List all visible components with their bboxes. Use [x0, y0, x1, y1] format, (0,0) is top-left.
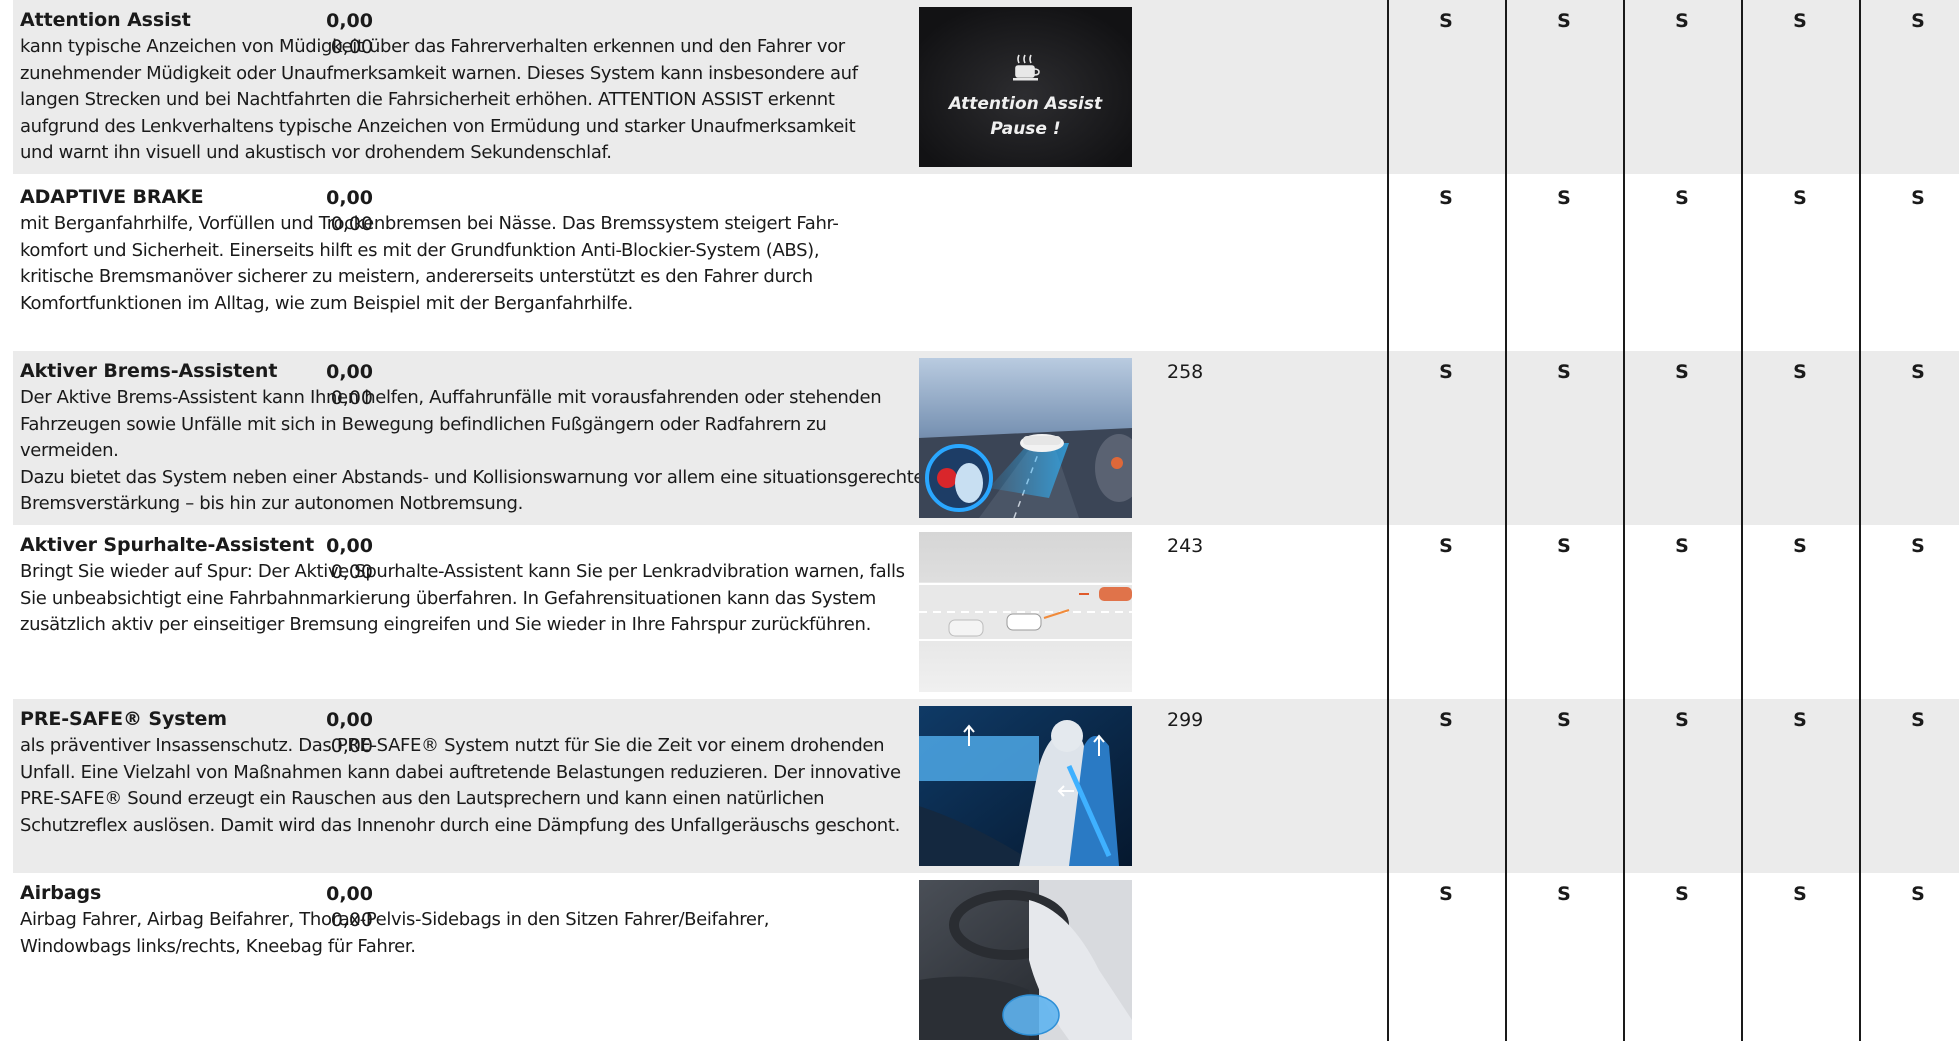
feature-title: Attention Assist — [20, 9, 191, 31]
feature-title: Aktiver Spurhalte-Assistent — [20, 534, 315, 556]
standard-marker: S — [1793, 10, 1807, 32]
standard-marker: S — [1793, 709, 1807, 731]
standard-marker: S — [1557, 535, 1571, 557]
standard-marker: S — [1911, 709, 1925, 731]
standard-marker: S — [1439, 361, 1453, 383]
standard-marker: S — [1793, 535, 1807, 557]
standard-marker: S — [1675, 709, 1689, 731]
standard-marker: S — [1675, 535, 1689, 557]
standard-marker: S — [1439, 883, 1453, 905]
standard-marker: S — [1439, 10, 1453, 32]
column-divider — [1623, 0, 1625, 1041]
standard-marker: S — [1793, 361, 1807, 383]
table-row: ADAPTIVE BRAKE mit Berganfahrhilfe, Vorf… — [13, 177, 1959, 351]
standard-marker: S — [1793, 883, 1807, 905]
price-net: 0,00 — [326, 709, 373, 731]
feature-title: Aktiver Brems-Assistent — [20, 360, 278, 382]
feature-description: Airbag Fahrer, Airbag Beifahrer, Thorax-… — [20, 909, 770, 957]
standard-marker: S — [1557, 187, 1571, 209]
table-row: Aktiver Spurhalte-Assistent Bringt Sie w… — [13, 525, 1959, 699]
table-row: Airbags Airbag Fahrer, Airbag Beifahrer,… — [13, 873, 1959, 1041]
price-gross: 0,00 — [330, 561, 373, 583]
table-row: Attention Assist kann typische Anzeichen… — [13, 0, 1959, 174]
standard-marker: S — [1557, 10, 1571, 32]
table-row: Aktiver Brems-Assistent Der Aktive Brems… — [13, 351, 1959, 525]
price-gross: 0,00 — [330, 909, 373, 931]
price-net: 0,00 — [326, 10, 373, 32]
airbags-image — [919, 880, 1132, 1040]
standard-marker: S — [1557, 709, 1571, 731]
image-caption: Pause ! — [990, 119, 1061, 139]
feature-title: ADAPTIVE BRAKE — [20, 186, 204, 208]
pre-safe-image — [919, 706, 1132, 866]
column-divider — [1859, 0, 1861, 1041]
feature-description: Bringt Sie wieder auf Spur: Der Aktive S… — [20, 561, 905, 635]
feature-description: mit Berganfahrhilfe, Vorfüllen und Trock… — [20, 213, 839, 314]
price-gross: 0,00 — [330, 735, 373, 757]
column-divider — [1741, 0, 1743, 1041]
standard-marker: S — [1557, 883, 1571, 905]
standard-marker: S — [1911, 535, 1925, 557]
option-code: 243 — [1167, 535, 1204, 557]
price-net: 0,00 — [326, 361, 373, 383]
column-divider — [1505, 0, 1507, 1041]
standard-marker: S — [1675, 187, 1689, 209]
standard-marker: S — [1439, 535, 1453, 557]
feature-title: PRE-SAFE® System — [20, 708, 227, 730]
standard-marker: S — [1911, 187, 1925, 209]
standard-marker: S — [1557, 361, 1571, 383]
price-gross: 0,00 — [330, 387, 373, 409]
standard-marker: S — [1911, 10, 1925, 32]
attention-assist-image: Attention Assist Pause ! — [919, 7, 1132, 167]
image-caption: Attention Assist — [948, 94, 1103, 114]
price-gross: 0,00 — [330, 213, 373, 235]
standard-marker: S — [1439, 187, 1453, 209]
standard-marker: S — [1675, 883, 1689, 905]
brake-assist-image — [919, 358, 1132, 518]
standard-marker: S — [1911, 361, 1925, 383]
standard-marker: S — [1911, 883, 1925, 905]
column-divider — [1387, 0, 1389, 1041]
lane-keeping-image — [919, 532, 1132, 692]
option-code: 258 — [1167, 361, 1204, 383]
feature-title: Airbags — [20, 882, 102, 904]
price-net: 0,00 — [326, 883, 373, 905]
feature-description: kann typische Anzeichen von Müdigkeit üb… — [20, 36, 858, 163]
feature-description: Der Aktive Brems-Assistent kann Ihnen he… — [20, 387, 925, 514]
standard-marker: S — [1793, 187, 1807, 209]
feature-description: als präventiver Insassenschutz. Das PRE-… — [20, 735, 901, 836]
price-gross: 0,00 — [330, 36, 373, 58]
standard-marker: S — [1439, 709, 1453, 731]
standard-marker: S — [1675, 10, 1689, 32]
price-net: 0,00 — [326, 535, 373, 557]
standard-marker: S — [1675, 361, 1689, 383]
option-code: 299 — [1167, 709, 1204, 731]
price-net: 0,00 — [326, 187, 373, 209]
table-row: PRE-SAFE® System als präventiver Insasse… — [13, 699, 1959, 873]
